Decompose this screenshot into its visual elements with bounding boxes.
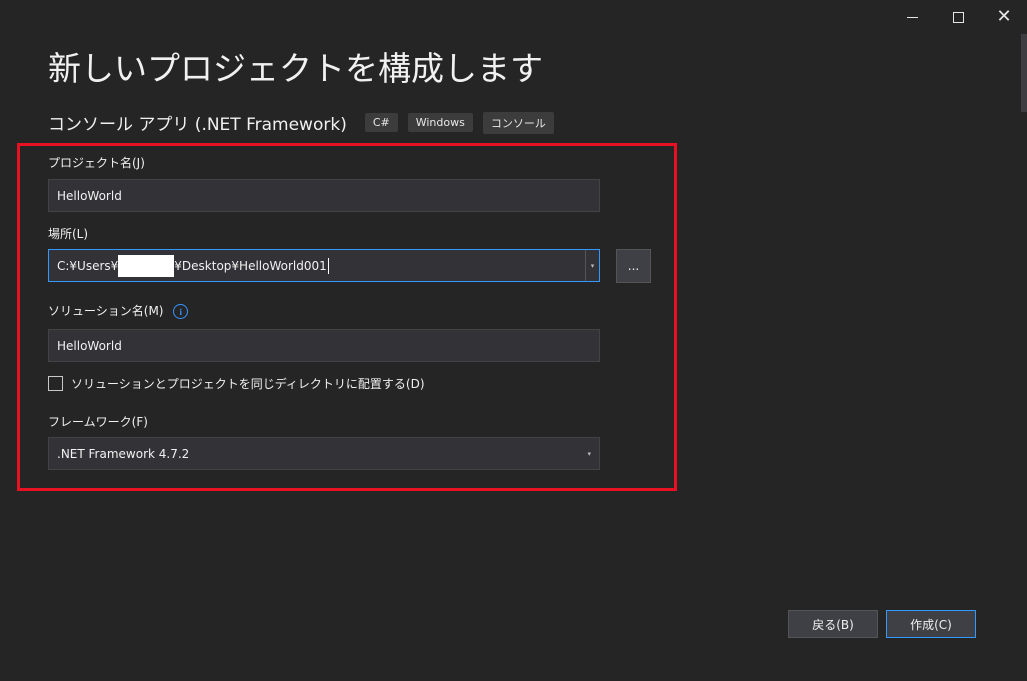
maximize-button[interactable] [935, 0, 981, 34]
same-directory-option[interactable]: ソリューションとプロジェクトを同じディレクトリに配置する(D) [48, 375, 425, 392]
create-button[interactable]: 作成(C) [886, 610, 976, 638]
info-icon[interactable]: i [173, 304, 189, 319]
template-name: コンソール アプリ (.NET Framework) [48, 115, 347, 135]
minimize-icon [906, 16, 918, 18]
template-summary: コンソール アプリ (.NET Framework) C# Windows コン… [48, 110, 554, 135]
window-controls: ✕ [889, 0, 1027, 34]
same-directory-checkbox[interactable] [48, 376, 63, 391]
same-directory-label: ソリューションとプロジェクトを同じディレクトリに配置する(D) [71, 377, 425, 391]
solution-name-label-row: ソリューション名(M) i [48, 302, 189, 319]
location-value-suffix: ¥Desktop¥HelloWorld001 [174, 258, 327, 273]
maximize-icon [952, 11, 964, 23]
project-name-input[interactable]: HelloWorld [48, 179, 600, 212]
minimize-button[interactable] [889, 0, 935, 34]
scrollbar-thumb[interactable] [1021, 34, 1027, 112]
redacted-username [118, 254, 175, 277]
location-value-prefix: C:¥Users¥ [57, 258, 119, 273]
create-button-label: 作成(C) [910, 617, 952, 632]
browse-button[interactable]: ... [616, 249, 651, 283]
framework-select[interactable]: .NET Framework 4.7.2 ▾ [48, 437, 600, 470]
text-caret [327, 257, 329, 274]
chevron-down-icon: ▾ [590, 261, 595, 270]
location-label: 場所(L) [48, 227, 89, 241]
solution-name-input[interactable]: HelloWorld [48, 329, 600, 362]
solution-name-label: ソリューション名(M) [48, 304, 164, 318]
solution-name-value: HelloWorld [57, 338, 122, 353]
browse-button-label: ... [627, 259, 640, 273]
page-title: 新しいプロジェクトを構成します [48, 49, 543, 88]
project-name-value: HelloWorld [57, 188, 122, 203]
close-button[interactable]: ✕ [981, 0, 1027, 34]
back-button[interactable]: 戻る(B) [788, 610, 878, 638]
framework-label: フレームワーク(F) [48, 415, 148, 429]
location-combobox[interactable]: C:¥Users¥ ¥Desktop¥HelloWorld001 ▾ [48, 249, 600, 282]
project-name-label: プロジェクト名(J) [48, 156, 145, 170]
tag-language: C# [364, 113, 398, 132]
back-button-label: 戻る(B) [812, 617, 854, 632]
chevron-down-icon: ▾ [587, 449, 591, 458]
tag-project-type: コンソール [482, 111, 554, 134]
framework-value: .NET Framework 4.7.2 [57, 446, 190, 461]
tag-platform: Windows [407, 113, 473, 132]
close-icon: ✕ [996, 6, 1012, 27]
location-dropdown-button[interactable]: ▾ [585, 250, 599, 281]
